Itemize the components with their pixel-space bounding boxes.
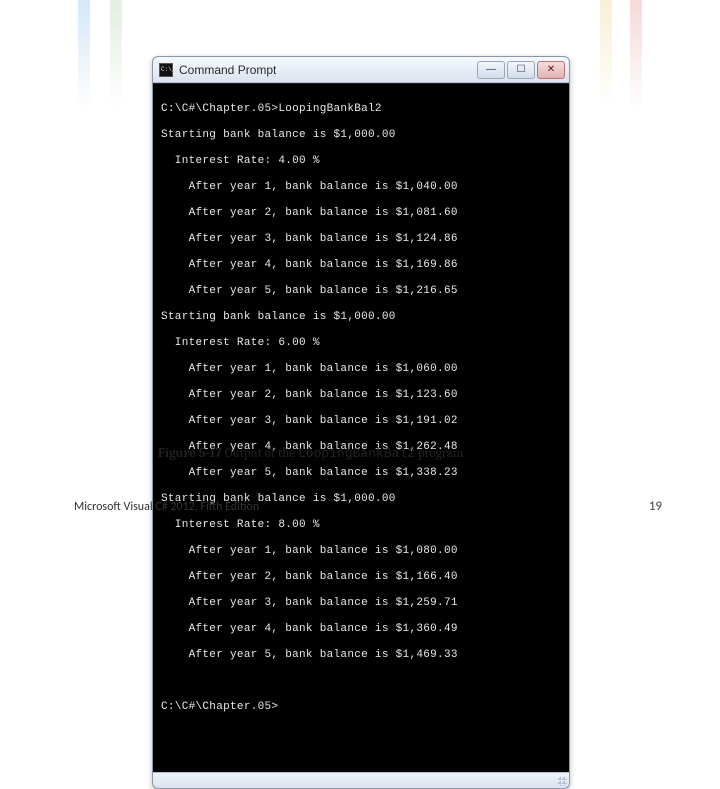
terminal-line: After year 3, bank balance is $1,259.71 [161,597,561,610]
terminal-line: After year 5, bank balance is $1,469.33 [161,649,561,662]
terminal-line: After year 1, bank balance is $1,060.00 [161,363,561,376]
terminal-line: After year 2, bank balance is $1,123.60 [161,389,561,402]
terminal-line: After year 2, bank balance is $1,081.60 [161,207,561,220]
page-number: 19 [649,499,662,514]
minimize-button[interactable]: — [477,61,505,79]
bg-streak [110,0,122,110]
command-prompt-window: Command Prompt — ☐ ✕ C:\C#\Chapter.05>Lo… [152,56,570,789]
maximize-button[interactable]: ☐ [507,61,535,79]
window-controls: — ☐ ✕ [477,61,565,79]
window-title: Command Prompt [179,63,477,77]
terminal-line: After year 2, bank balance is $1,166.40 [161,571,561,584]
titlebar[interactable]: Command Prompt — ☐ ✕ [153,57,569,83]
terminal-prompt: C:\C#\Chapter.05> [161,701,561,714]
terminal-line: After year 1, bank balance is $1,080.00 [161,545,561,558]
bg-streak [630,0,642,110]
bg-streak [78,0,90,110]
terminal-line: Starting bank balance is $1,000.00 [161,311,561,324]
terminal-output: C:\C#\Chapter.05>LoopingBankBal2 Startin… [153,83,569,772]
statusbar [153,772,569,788]
terminal-line: After year 4, bank balance is $1,169.86 [161,259,561,272]
terminal-line: After year 5, bank balance is $1,338.23 [161,467,561,480]
figure-caption: Figure 5-17 Output of the LoopingBankBal… [158,446,463,462]
terminal-line: C:\C#\Chapter.05>LoopingBankBal2 [161,103,561,116]
terminal-line: Interest Rate: 6.00 % [161,337,561,350]
cmd-icon [159,63,173,77]
resize-grip-icon[interactable] [557,776,567,786]
bg-streak [600,0,612,110]
terminal-line: Starting bank balance is $1,000.00 [161,129,561,142]
caption-before: Output of the [222,446,298,461]
terminal-line: After year 5, bank balance is $1,216.65 [161,285,561,298]
terminal-line: After year 4, bank balance is $1,360.49 [161,623,561,636]
close-button[interactable]: ✕ [537,61,565,79]
terminal-blank-line [161,727,561,740]
terminal-line: After year 3, bank balance is $1,124.86 [161,233,561,246]
figure-label: Figure 5-17 [158,446,222,461]
caption-after: program [415,446,463,461]
terminal-line: Interest Rate: 8.00 % [161,519,561,532]
terminal-blank-line [161,675,561,688]
terminal-line: After year 1, bank balance is $1,040.00 [161,181,561,194]
terminal-line: Interest Rate: 4.00 % [161,155,561,168]
terminal-line: After year 3, bank balance is $1,191.02 [161,415,561,428]
program-name: LoopingBankBal2 [298,446,415,461]
footer-book-title: Microsoft Visual C# 2012, Fifth Edition [74,500,259,514]
